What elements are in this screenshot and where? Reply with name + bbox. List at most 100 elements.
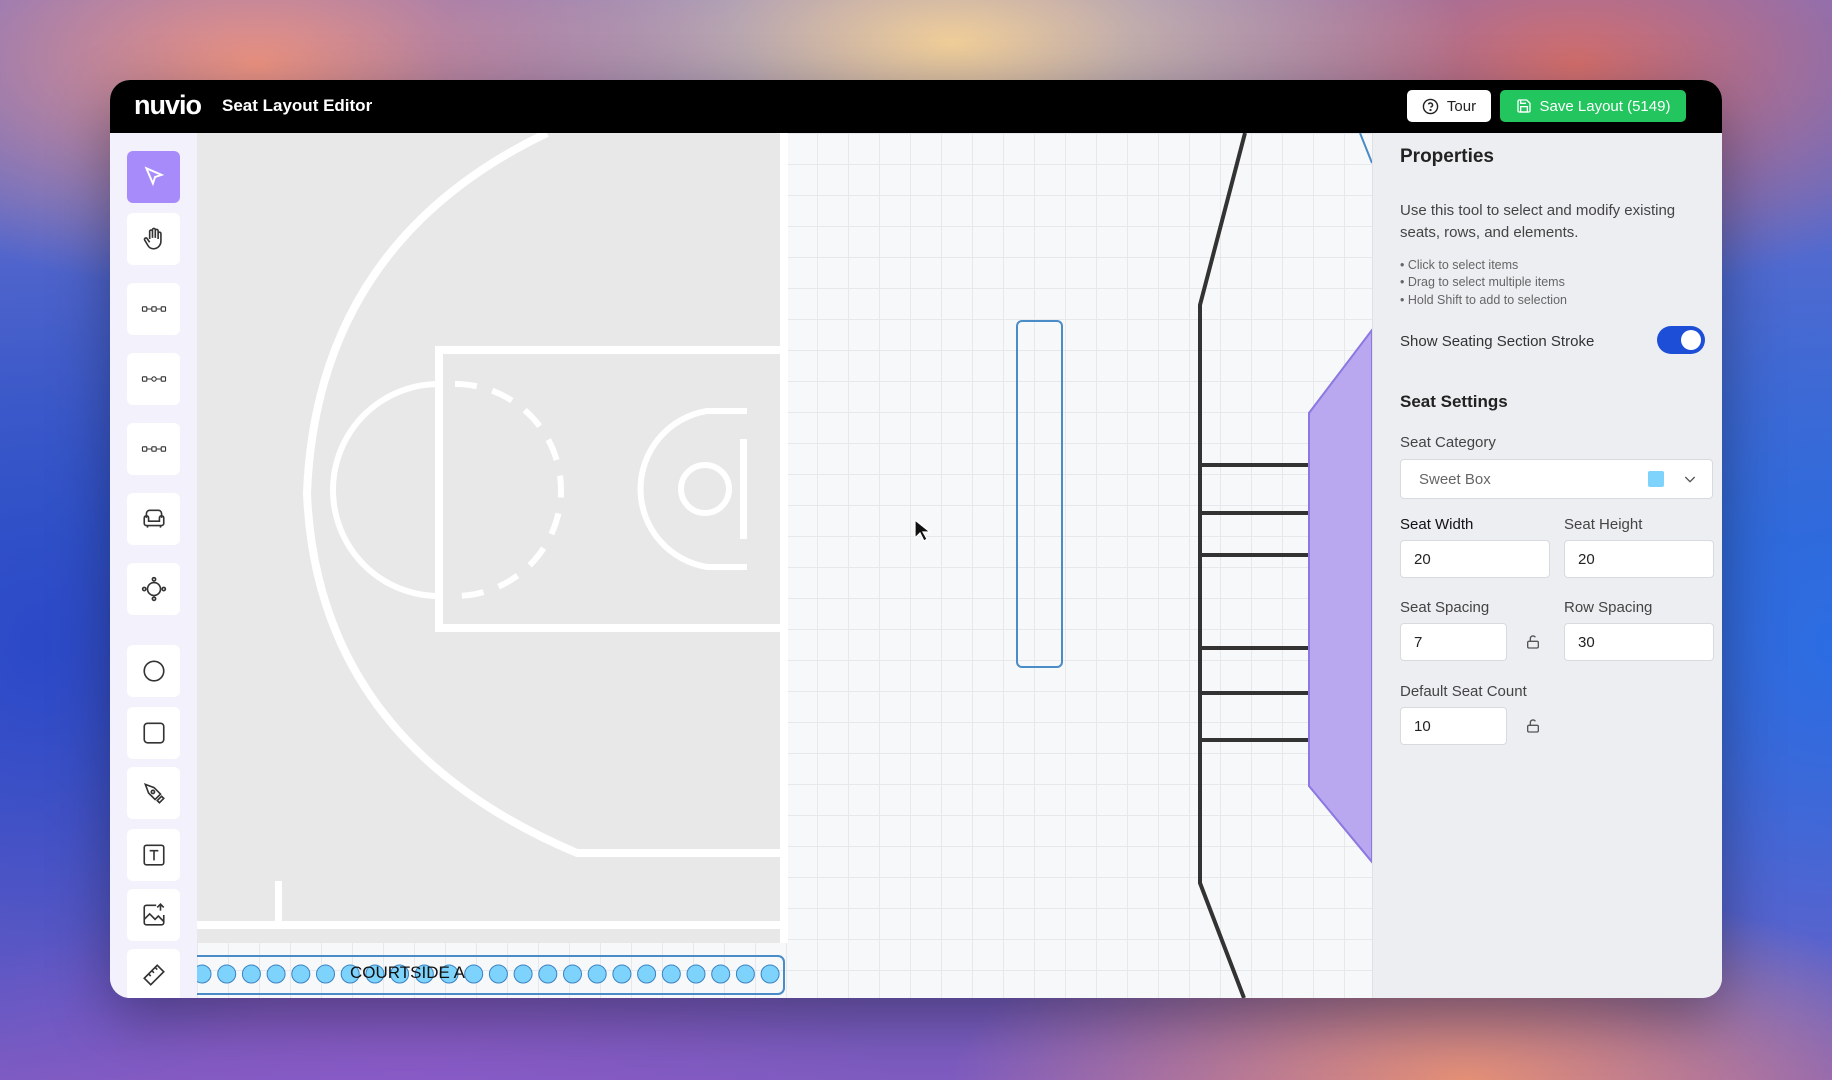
text-tool-button[interactable] xyxy=(127,829,180,881)
row-spacing-input[interactable]: 30 xyxy=(1564,623,1714,661)
section-dividers xyxy=(1200,463,1309,742)
seat-category-label: Seat Category xyxy=(1400,434,1496,451)
venue-wall xyxy=(1198,133,1247,998)
seat-category-select[interactable]: Sweet Box xyxy=(1400,459,1713,499)
seat-spacing-label: Seat Spacing xyxy=(1400,599,1490,616)
seat[interactable] xyxy=(735,964,755,984)
spacing-lock-button[interactable] xyxy=(1518,623,1548,661)
court-floor xyxy=(197,133,780,943)
seat-settings-title: Seat Settings xyxy=(1400,392,1508,411)
properties-description: Use this tool to select and modify exist… xyxy=(1400,202,1676,241)
court-baseline xyxy=(197,921,788,929)
row-spacing-label: Row Spacing xyxy=(1564,599,1653,616)
pan-tool-button[interactable] xyxy=(127,213,180,265)
category-color-swatch xyxy=(1648,471,1664,487)
seat[interactable] xyxy=(563,964,582,984)
seat[interactable] xyxy=(637,964,657,984)
seat[interactable] xyxy=(488,964,508,984)
seat-width-input[interactable]: 20 xyxy=(1400,540,1550,578)
seat[interactable] xyxy=(291,964,311,984)
seat-count-label: Default Seat Count xyxy=(1400,683,1527,700)
stroke-toggle[interactable] xyxy=(1657,326,1705,354)
section-outline xyxy=(1359,133,1372,164)
app-title: Seat Layout Editor xyxy=(222,96,373,115)
select-tool-button[interactable] xyxy=(127,151,180,203)
segmented-row-tool-button[interactable] xyxy=(127,423,180,475)
seat[interactable] xyxy=(686,964,706,984)
help-circle-icon xyxy=(1422,98,1439,114)
seat-row-icon xyxy=(141,306,166,312)
backboard xyxy=(740,439,747,539)
text-icon xyxy=(142,844,165,866)
toggle-knob xyxy=(1681,330,1701,350)
seat-tool-button[interactable] xyxy=(127,493,180,545)
armchair-icon xyxy=(142,509,165,528)
row-tool-button[interactable] xyxy=(127,283,180,335)
image-upload-icon xyxy=(142,903,165,926)
count-lock-button[interactable] xyxy=(1518,707,1548,745)
round-table-icon xyxy=(141,576,166,602)
seating-section[interactable] xyxy=(1308,328,1372,864)
properties-title: Properties xyxy=(1400,146,1494,167)
unlock-icon xyxy=(1527,635,1539,649)
seat[interactable] xyxy=(241,964,261,984)
tip-item: • Hold Shift to add to selection xyxy=(1400,293,1567,307)
hand-icon xyxy=(143,227,162,250)
seat[interactable] xyxy=(711,964,731,984)
courtside-seats[interactable] xyxy=(197,964,780,984)
tool-sidebar xyxy=(110,133,197,998)
round-table-tool-button[interactable] xyxy=(127,563,180,615)
selection-box[interactable] xyxy=(1016,320,1063,668)
seat[interactable] xyxy=(538,964,558,984)
app-logo: nuvio xyxy=(134,90,202,120)
image-tool-button[interactable] xyxy=(127,889,180,941)
tour-button[interactable]: Tour xyxy=(1407,90,1491,122)
save-layout-label: Save Layout (5149) xyxy=(1539,97,1671,115)
tip-item: • Click to select items xyxy=(1400,258,1519,272)
tour-label: Tour xyxy=(1446,97,1477,115)
seat[interactable] xyxy=(266,964,286,984)
seat-category-value: Sweet Box xyxy=(1419,471,1491,488)
court-tick xyxy=(275,881,282,923)
seat-height-label: Seat Height xyxy=(1564,516,1643,533)
square-icon xyxy=(142,722,165,744)
seat[interactable] xyxy=(464,964,484,984)
measure-tool-button[interactable] xyxy=(127,949,180,998)
seat-row-icon xyxy=(141,446,166,452)
chevron-down-icon xyxy=(1684,476,1696,483)
layout-canvas[interactable]: COURTSIDE A xyxy=(197,133,1372,998)
seat[interactable] xyxy=(760,964,780,984)
pen-tool-button[interactable] xyxy=(127,767,180,819)
save-icon xyxy=(1516,99,1531,113)
seat[interactable] xyxy=(587,964,607,984)
mouse-cursor-icon xyxy=(914,518,932,542)
properties-panel: Properties Use this tool to select and m… xyxy=(1372,133,1722,998)
seat[interactable] xyxy=(316,964,335,984)
court-centerline xyxy=(780,133,788,943)
seat[interactable] xyxy=(661,964,681,984)
unlock-icon xyxy=(1527,719,1539,733)
circle-tool-button[interactable] xyxy=(127,645,180,697)
pen-tool-icon xyxy=(143,782,165,804)
row-label: COURTSIDE A xyxy=(350,963,465,982)
tip-item: • Drag to select multiple items xyxy=(1400,275,1565,289)
multi-row-tool-button[interactable] xyxy=(127,353,180,405)
canvas-stage xyxy=(197,133,1372,998)
seat-row-icon xyxy=(141,376,166,382)
seat[interactable] xyxy=(513,964,533,984)
pointer-icon xyxy=(144,166,164,187)
seat[interactable] xyxy=(197,964,212,984)
seat-count-input[interactable]: 10 xyxy=(1400,707,1507,745)
app-window: nuvio Seat Layout Editor Tour Save Layou… xyxy=(110,80,1722,998)
save-layout-button[interactable]: Save Layout (5149) xyxy=(1500,90,1686,122)
stroke-toggle-label: Show Seating Section Stroke xyxy=(1400,333,1595,350)
seat-width-label: Seat Width xyxy=(1400,516,1474,533)
top-bar: nuvio Seat Layout Editor Tour Save Layou… xyxy=(110,80,1722,133)
ruler-icon xyxy=(142,964,165,986)
circle-icon xyxy=(142,660,165,682)
seat-height-input[interactable]: 20 xyxy=(1564,540,1714,578)
seat-spacing-input[interactable]: 7 xyxy=(1400,623,1507,661)
rectangle-tool-button[interactable] xyxy=(127,707,180,759)
seat[interactable] xyxy=(217,964,237,984)
seat[interactable] xyxy=(612,964,632,984)
